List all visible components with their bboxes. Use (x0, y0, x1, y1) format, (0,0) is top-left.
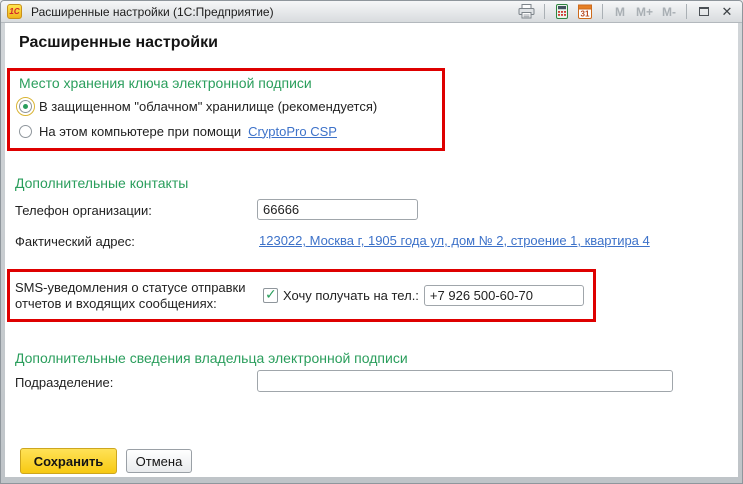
calculator-icon[interactable] (553, 3, 571, 21)
actual-address-label: Фактический адрес: (15, 234, 135, 249)
sms-notifications-group: SMS-уведомления о статусе отправки отчет… (7, 269, 596, 322)
actual-address-link[interactable]: 123022, Москва г, 1905 года ул, дом № 2,… (259, 233, 650, 248)
radio-option-cloud[interactable]: В защищенном "облачном" хранилище (реком… (19, 96, 435, 116)
memory-m-button[interactable]: M (611, 3, 629, 21)
department-input[interactable] (257, 370, 673, 392)
close-button[interactable]: ✕ (718, 3, 736, 21)
contacts-header: Дополнительные контакты (15, 175, 188, 191)
sms-opt-in-checkbox[interactable] (263, 288, 278, 303)
window-title: Расширенные настройки (1С:Предприятие) (31, 5, 274, 19)
titlebar-separator (544, 4, 545, 19)
owner-info-header: Дополнительные сведения владельца электр… (15, 350, 408, 366)
sms-phone-input[interactable] (424, 285, 584, 306)
titlebar: 1С Расширенные настройки (1С:Предприятие… (1, 1, 742, 23)
cloud-storage-label: В защищенном "облачном" хранилище (реком… (39, 99, 377, 114)
maximize-button[interactable] (695, 3, 713, 21)
memory-m-plus-button[interactable]: M+ (634, 3, 655, 21)
sms-notifications-label: SMS-уведомления о статусе отправки отчет… (15, 280, 258, 312)
titlebar-buttons: 31 M M+ M- ✕ (518, 3, 736, 21)
org-phone-input[interactable] (257, 199, 418, 220)
1c-logo-icon: 1С (7, 4, 22, 19)
department-label: Подразделение: (15, 375, 113, 390)
page-title: Расширенные настройки (19, 34, 218, 52)
memory-m-minus-button[interactable]: M- (660, 3, 678, 21)
titlebar-separator (602, 4, 603, 19)
key-storage-group: Место хранения ключа электронной подписи… (7, 68, 445, 151)
sms-label-line1: SMS-уведомления о статусе отправки (15, 280, 246, 295)
sms-opt-in-label: Хочу получать на тел.: (283, 288, 419, 303)
local-computer-radio[interactable] (19, 125, 32, 138)
key-storage-header: Место хранения ключа электронной подписи (19, 75, 435, 91)
sms-label-line2: отчетов и входящих сообщениях: (15, 296, 217, 311)
calendar-icon[interactable]: 31 (576, 3, 594, 21)
cancel-button[interactable]: Отмена (126, 449, 192, 473)
dialog-content: Расширенные настройки Место хранения клю… (5, 23, 738, 477)
app-window: 1С Расширенные настройки (1С:Предприятие… (0, 0, 743, 484)
save-button[interactable]: Сохранить (20, 448, 117, 474)
titlebar-separator (686, 4, 687, 19)
svg-text:31: 31 (581, 10, 590, 19)
radio-option-local[interactable]: На этом компьютере при помощи CryptoPro … (19, 121, 435, 141)
org-phone-label: Телефон организации: (15, 203, 152, 218)
print-icon[interactable] (518, 3, 536, 21)
local-computer-label: На этом компьютере при помощи (39, 124, 241, 139)
maximize-icon (699, 7, 709, 16)
cloud-storage-radio[interactable] (19, 100, 32, 113)
cryptopro-csp-link[interactable]: CryptoPro CSP (248, 124, 337, 139)
